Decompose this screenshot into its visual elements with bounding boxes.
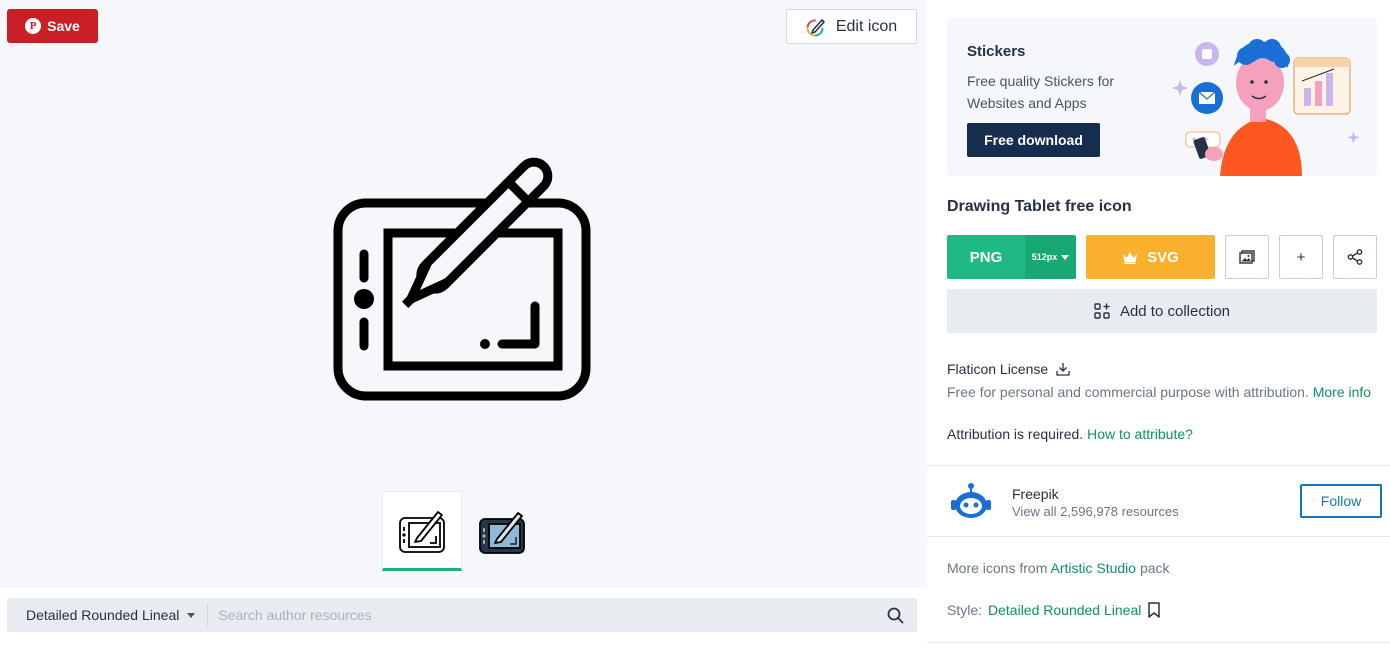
add-to-collection-label: Add to collection (1119, 302, 1231, 320)
promo-title: Stickers (967, 43, 1026, 60)
stickers-promo: Stickers Free quality Stickers for Websi… (947, 18, 1377, 176)
image-icon (1239, 250, 1255, 264)
more-icons-line: More icons from Artistic Studio pack (947, 560, 1170, 576)
search-icon[interactable] (873, 607, 917, 624)
more-icons-suffix: pack (1139, 560, 1170, 576)
edit-pen-icon (806, 18, 825, 36)
png-size-dropdown[interactable]: 512px (1025, 235, 1076, 279)
search-input[interactable] (208, 598, 873, 632)
license-text: Free for personal and commercial purpose… (947, 384, 1309, 400)
attribution-line: Attribution is required. How to attribut… (947, 426, 1193, 442)
promo-text: Free quality Stickers for Websites and A… (967, 73, 1115, 111)
license-heading: Flaticon License (947, 361, 1070, 377)
icon-stage: P Save Edit icon (0, 0, 927, 588)
pack-link[interactable]: Artistic Studio (1050, 560, 1136, 576)
author-info: Freepik View all 2,596,978 resources (1012, 486, 1179, 519)
icon-title: Drawing Tablet free icon (947, 198, 1132, 215)
author-name[interactable]: Freepik (1012, 486, 1179, 502)
variant-filled[interactable] (462, 491, 542, 571)
chevron-down-icon (187, 612, 196, 618)
collection-icon (1094, 303, 1110, 319)
style-dropdown[interactable]: Detailed Rounded Lineal (7, 604, 209, 626)
share-icon (1347, 249, 1363, 265)
download-icon[interactable] (1056, 362, 1070, 376)
license-description: Free for personal and commercial purpose… (947, 384, 1371, 400)
license-name: Flaticon License (947, 361, 1049, 377)
how-to-attribute-link[interactable]: How to attribute? (1087, 426, 1193, 442)
more-info-link[interactable]: More info (1313, 384, 1371, 400)
icon-variants (382, 491, 542, 571)
share-button[interactable] (1333, 235, 1377, 279)
sticker-illustration (1172, 39, 1360, 176)
freepik-avatar[interactable] (947, 480, 995, 524)
style-dropdown-label: Detailed Rounded Lineal (26, 607, 180, 623)
crown-icon (1123, 251, 1138, 264)
png-size-label: 512px (1031, 252, 1058, 262)
bookmark-icon[interactable] (1147, 602, 1161, 618)
preview-panel: P Save Edit icon Detailed Rounded Lineal… (0, 0, 927, 661)
author-resources-link[interactable]: View all 2,596,978 resources (1012, 504, 1179, 519)
png-label: PNG (947, 235, 1025, 279)
variant-lineal[interactable] (382, 491, 462, 571)
drawing-tablet-filled-icon (479, 512, 525, 554)
divider (927, 536, 1390, 537)
download-options: PNG 512px SVG + (947, 235, 1377, 279)
author-search-bar: Detailed Rounded Lineal (7, 598, 917, 632)
follow-button[interactable]: Follow (1300, 484, 1382, 518)
robot-avatar-icon (951, 483, 991, 518)
svg-label: SVG (1147, 248, 1179, 266)
save-label: Save (47, 18, 80, 34)
drawing-tablet-icon (333, 157, 591, 401)
edit-icon-button[interactable]: Edit icon (786, 9, 917, 44)
attribution-text: Attribution is required. (947, 426, 1084, 442)
png-download-button[interactable]: PNG 512px (947, 235, 1076, 279)
style-link[interactable]: Detailed Rounded Lineal (988, 602, 1141, 618)
pinterest-icon: P (25, 18, 42, 34)
author-section: Freepik View all 2,596,978 resources Fol… (947, 480, 1387, 524)
style-prefix: Style: (947, 602, 983, 618)
chevron-down-icon (1061, 254, 1070, 260)
details-panel: Stickers Free quality Stickers for Websi… (927, 0, 1390, 661)
divider (927, 465, 1390, 466)
style-line: Style: Detailed Rounded Lineal (947, 602, 1161, 618)
divider (927, 642, 1390, 643)
add-to-collection-button[interactable]: Add to collection (947, 289, 1377, 333)
edit-icon-label: Edit icon (835, 17, 898, 35)
more-icons-prefix: More icons from (947, 560, 1048, 576)
add-button[interactable]: + (1279, 235, 1323, 279)
pinterest-save-button[interactable]: P Save (7, 9, 98, 43)
drawing-tablet-lineal-icon (399, 511, 445, 553)
svg-download-button[interactable]: SVG (1086, 235, 1215, 279)
image-preview-button[interactable] (1225, 235, 1269, 279)
free-download-button[interactable]: Free download (967, 123, 1100, 157)
